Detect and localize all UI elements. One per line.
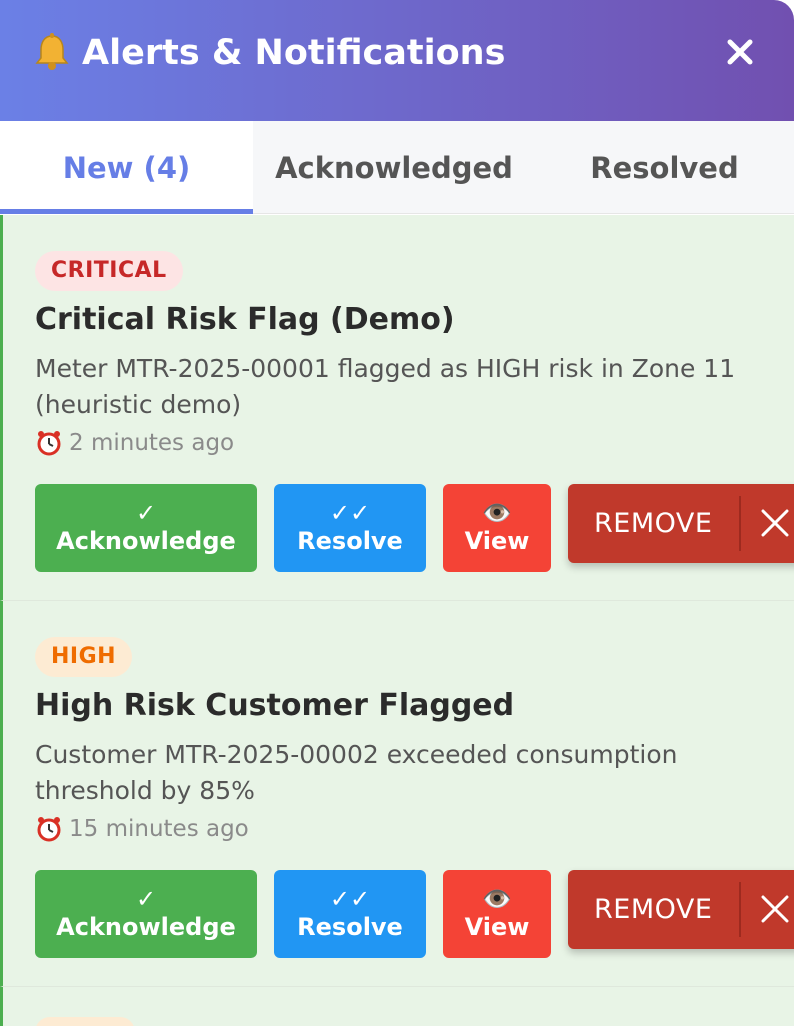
alert-time: 15 minutes ago — [35, 815, 249, 843]
alert-tabs: New (4) Acknowledged Resolved — [0, 121, 794, 214]
alert-title: High Risk Customer Flagged — [35, 688, 515, 723]
alarm-clock-icon — [37, 431, 61, 456]
remove-button[interactable]: REMOVE — [568, 870, 794, 949]
acknowledge-label: Acknowledge — [56, 527, 236, 555]
alert-card: CRITICAL Critical Risk Flag (Demo) Meter… — [0, 215, 794, 601]
alert-time-text: 15 minutes ago — [69, 816, 249, 842]
acknowledge-button[interactable]: ✓ Acknowledge — [35, 870, 257, 958]
alarm-clock-icon — [37, 817, 61, 842]
page-title: Alerts & Notifications — [82, 33, 506, 73]
remove-label: REMOVE — [594, 507, 713, 539]
view-label: View — [464, 527, 530, 555]
resolve-button[interactable]: ✓✓ Resolve — [274, 870, 426, 958]
view-label: View — [464, 913, 530, 941]
double-check-icon: ✓✓ — [329, 885, 371, 913]
view-button[interactable]: 👁️ View — [443, 870, 551, 958]
eye-icon: 👁️ — [482, 885, 512, 913]
resolve-label: Resolve — [297, 913, 403, 941]
view-button[interactable]: 👁️ View — [443, 484, 551, 572]
alert-list: CRITICAL Critical Risk Flag (Demo) Meter… — [0, 215, 794, 1026]
close-icon[interactable] — [758, 892, 792, 926]
resolve-label: Resolve — [297, 527, 403, 555]
remove-label: REMOVE — [594, 893, 713, 925]
remove-button[interactable]: REMOVE — [568, 484, 794, 563]
alert-card: HIGH High Risk Customer Flagged Customer… — [0, 601, 794, 987]
tab-resolved[interactable]: Resolved — [535, 121, 794, 214]
alert-time: 2 minutes ago — [35, 429, 234, 457]
acknowledge-button[interactable]: ✓ Acknowledge — [35, 484, 257, 572]
remove-divider — [739, 496, 741, 551]
bell-icon — [35, 33, 69, 70]
acknowledge-label: Acknowledge — [56, 913, 236, 941]
alert-card-partial — [0, 987, 794, 1026]
tab-new[interactable]: New (4) — [0, 121, 253, 214]
close-icon[interactable] — [758, 506, 792, 540]
eye-icon: 👁️ — [482, 499, 512, 527]
alerts-header: Alerts & Notifications — [0, 0, 794, 121]
severity-badge: HIGH — [35, 637, 133, 677]
double-check-icon: ✓✓ — [329, 499, 371, 527]
alert-title: Critical Risk Flag (Demo) — [35, 302, 455, 337]
severity-badge-partial — [35, 1017, 135, 1026]
remove-divider — [739, 882, 741, 937]
check-icon: ✓ — [135, 499, 157, 527]
check-icon: ✓ — [135, 885, 157, 913]
alert-time-text: 2 minutes ago — [69, 430, 235, 456]
close-icon[interactable] — [722, 34, 758, 70]
alert-message: Customer MTR-2025-00002 exceeded consump… — [35, 740, 678, 805]
alert-message: Meter MTR-2025-00001 flagged as HIGH ris… — [35, 354, 736, 419]
severity-badge: CRITICAL — [35, 251, 183, 291]
resolve-button[interactable]: ✓✓ Resolve — [274, 484, 426, 572]
tab-acknowledged[interactable]: Acknowledged — [253, 121, 535, 214]
